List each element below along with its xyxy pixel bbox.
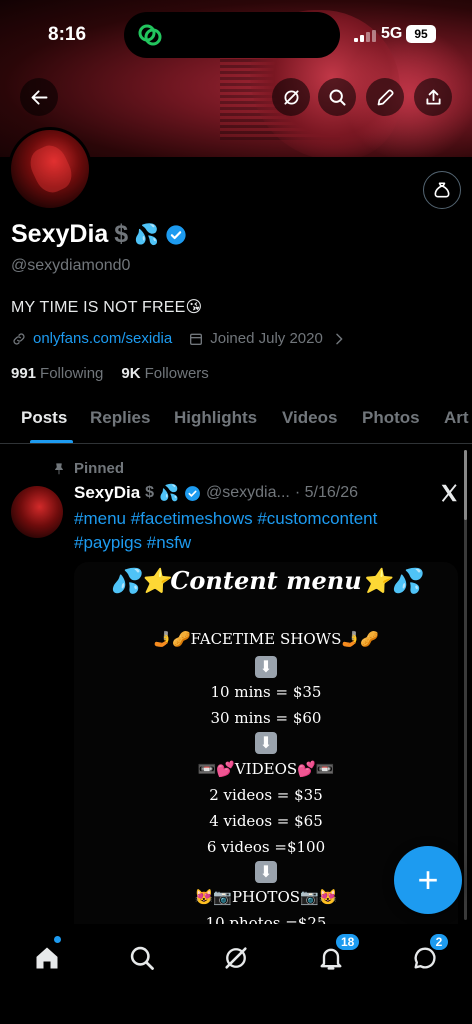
status-bar: 8:16 5G 95 — [0, 0, 472, 70]
plus-icon: + — [417, 859, 439, 900]
following-stat[interactable]: 991 Following — [11, 365, 103, 382]
menu-item: 10 mins = $35 — [210, 683, 322, 701]
pencil-icon — [377, 88, 394, 105]
post-author-name[interactable]: SexyDia — [74, 483, 140, 503]
menu-item: 30 mins = $60 — [210, 709, 322, 727]
post-author-emoji: 💦 — [159, 485, 179, 502]
followers-label: Followers — [144, 365, 209, 382]
signal-icon — [354, 30, 376, 42]
pin-icon — [55, 462, 63, 474]
tab-art[interactable]: Art — [444, 408, 469, 428]
grok-button[interactable] — [272, 78, 310, 116]
name-emoji: 💦 — [134, 224, 160, 246]
followers-count: 9K — [121, 365, 141, 382]
scrollbar-track[interactable] — [464, 450, 467, 920]
arrow-down-icon: ⬇ — [74, 656, 458, 678]
arrow-left-icon — [31, 89, 47, 105]
link-icon — [13, 332, 25, 345]
profile-website-link[interactable]: onlyfans.com/sexidia — [33, 330, 172, 347]
post-avatar[interactable] — [11, 486, 63, 538]
compose-post-button[interactable]: + — [394, 846, 462, 914]
nav-grok[interactable] — [214, 936, 258, 980]
bottom-navigation: 18 2 — [0, 924, 472, 1024]
menu-item: 10 photos =$25 — [205, 914, 327, 924]
edit-button[interactable] — [366, 78, 404, 116]
follow-stats: 991 Following 9K Followers — [11, 365, 209, 382]
chevron-right-icon[interactable] — [331, 331, 347, 347]
hashtag-line[interactable]: #menu #facetimeshows #customcontent — [74, 507, 434, 531]
tab-videos[interactable]: Videos — [282, 408, 337, 428]
search-icon — [329, 89, 346, 106]
profile-avatar[interactable] — [8, 127, 92, 211]
grok-icon — [283, 89, 299, 105]
gift-button[interactable] — [423, 171, 461, 209]
tab-posts[interactable]: Posts — [21, 408, 67, 428]
network-type: 5G — [381, 25, 403, 42]
nav-search[interactable] — [120, 936, 164, 980]
pinned-label-row: Pinned — [52, 460, 124, 477]
profile-meta: onlyfans.com/sexidia Joined July 2020 — [11, 330, 347, 347]
messages-badge: 2 — [428, 932, 450, 952]
scrollbar-thumb[interactable] — [464, 450, 467, 520]
tab-highlights[interactable]: Highlights — [174, 408, 257, 428]
calendar-icon — [190, 333, 203, 345]
profile-handle: @sexydiamond0 — [11, 257, 131, 274]
tab-photos[interactable]: Photos — [362, 408, 420, 428]
back-button[interactable] — [20, 78, 58, 116]
arrow-down-icon: ⬇ — [74, 732, 458, 754]
battery-icon: 95 — [406, 25, 436, 43]
home-unread-dot — [54, 936, 61, 943]
hashtag-line[interactable]: #paypigs #nsfw — [74, 531, 434, 555]
x-logo-icon — [441, 484, 457, 502]
share-button[interactable] — [414, 78, 452, 116]
home-icon — [36, 947, 58, 969]
following-label: Following — [40, 365, 104, 382]
share-icon — [425, 89, 441, 105]
verified-badge-icon[interactable] — [165, 224, 187, 246]
post-author-dollar: $ — [145, 484, 155, 501]
videos-heading: 📼💕VIDEOS💕📼 — [197, 760, 335, 778]
grok-icon — [225, 947, 247, 969]
name-dollar: $ — [114, 220, 129, 248]
post-handle: @sexydia... — [206, 484, 290, 501]
active-tab-indicator — [30, 440, 73, 443]
followers-stat[interactable]: 9K Followers — [121, 365, 208, 382]
notifications-badge: 18 — [334, 932, 362, 952]
search-icon — [130, 946, 154, 970]
joined-date: Joined July 2020 — [210, 330, 323, 347]
profile-name-row: SexyDia $ 💦 — [11, 220, 187, 249]
verified-badge-icon — [185, 485, 200, 501]
menu-item: 2 videos = $35 — [209, 786, 323, 804]
status-time: 8:16 — [48, 24, 87, 45]
post-date: · 5/16/26 — [294, 484, 358, 501]
pinned-label: Pinned — [74, 460, 125, 477]
link-app-icon — [138, 24, 162, 46]
menu-title: 💦⭐Content menu⭐💦 — [110, 566, 422, 595]
profile-bio: MY TIME IS NOT FREE😘 — [11, 299, 203, 316]
search-button[interactable] — [318, 78, 356, 116]
nav-home[interactable] — [25, 936, 69, 980]
facetime-heading: 🤳🥜FACETIME SHOWS🤳🥜 — [153, 630, 379, 648]
profile-tabs: Posts Replies Highlights Videos Photos A… — [0, 396, 472, 444]
menu-item: 6 videos =$100 — [206, 838, 326, 856]
money-bag-icon — [434, 182, 450, 198]
dynamic-island — [124, 12, 340, 58]
display-name: SexyDia — [11, 220, 109, 248]
following-count: 991 — [11, 365, 37, 382]
menu-item: 4 videos = $65 — [209, 812, 323, 830]
post-header: SexyDia $ 💦 @sexydia... · 5/16/26 — [74, 483, 358, 503]
post-hashtags: #menu #facetimeshows #customcontent #pay… — [74, 507, 434, 555]
tab-replies[interactable]: Replies — [90, 408, 150, 428]
